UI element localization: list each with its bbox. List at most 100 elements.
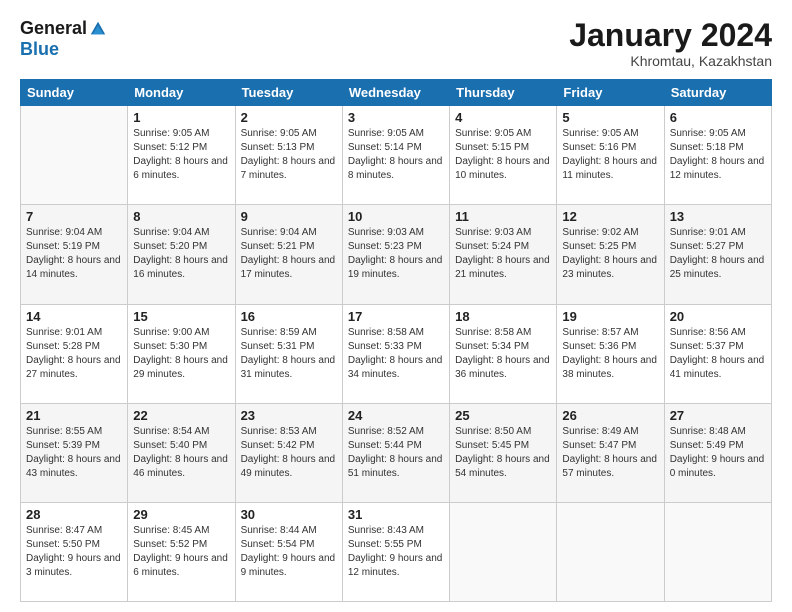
day-number: 24 [348,408,444,423]
day-info: Sunrise: 9:04 AMSunset: 5:19 PMDaylight:… [26,227,121,280]
calendar-cell: 22 Sunrise: 8:54 AMSunset: 5:40 PMDaylig… [128,403,235,502]
day-number: 4 [455,110,551,125]
day-info: Sunrise: 9:02 AMSunset: 5:25 PMDaylight:… [562,227,657,280]
calendar-cell: 2 Sunrise: 9:05 AMSunset: 5:13 PMDayligh… [235,106,342,205]
header-sunday: Sunday [21,80,128,106]
day-number: 16 [241,309,337,324]
calendar-week-row: 14 Sunrise: 9:01 AMSunset: 5:28 PMDaylig… [21,304,772,403]
calendar-cell [450,502,557,601]
day-info: Sunrise: 8:50 AMSunset: 5:45 PMDaylight:… [455,426,550,479]
location: Khromtau, Kazakhstan [569,53,772,69]
day-number: 15 [133,309,229,324]
day-number: 17 [348,309,444,324]
header-friday: Friday [557,80,664,106]
calendar-cell: 30 Sunrise: 8:44 AMSunset: 5:54 PMDaylig… [235,502,342,601]
calendar-cell: 15 Sunrise: 9:00 AMSunset: 5:30 PMDaylig… [128,304,235,403]
calendar-cell: 13 Sunrise: 9:01 AMSunset: 5:27 PMDaylig… [664,205,771,304]
calendar-cell: 23 Sunrise: 8:53 AMSunset: 5:42 PMDaylig… [235,403,342,502]
day-info: Sunrise: 9:01 AMSunset: 5:27 PMDaylight:… [670,227,765,280]
calendar-cell: 18 Sunrise: 8:58 AMSunset: 5:34 PMDaylig… [450,304,557,403]
day-info: Sunrise: 8:47 AMSunset: 5:50 PMDaylight:… [26,525,121,578]
calendar-cell: 16 Sunrise: 8:59 AMSunset: 5:31 PMDaylig… [235,304,342,403]
day-number: 29 [133,507,229,522]
day-info: Sunrise: 8:55 AMSunset: 5:39 PMDaylight:… [26,426,121,479]
day-info: Sunrise: 9:05 AMSunset: 5:18 PMDaylight:… [670,128,765,181]
day-info: Sunrise: 9:05 AMSunset: 5:16 PMDaylight:… [562,128,657,181]
calendar-cell: 12 Sunrise: 9:02 AMSunset: 5:25 PMDaylig… [557,205,664,304]
calendar-cell [21,106,128,205]
day-info: Sunrise: 9:05 AMSunset: 5:15 PMDaylight:… [455,128,550,181]
day-number: 9 [241,209,337,224]
calendar-week-row: 21 Sunrise: 8:55 AMSunset: 5:39 PMDaylig… [21,403,772,502]
header-thursday: Thursday [450,80,557,106]
day-number: 28 [26,507,122,522]
day-number: 2 [241,110,337,125]
day-number: 31 [348,507,444,522]
calendar-cell: 9 Sunrise: 9:04 AMSunset: 5:21 PMDayligh… [235,205,342,304]
calendar-week-row: 1 Sunrise: 9:05 AMSunset: 5:12 PMDayligh… [21,106,772,205]
day-info: Sunrise: 8:43 AMSunset: 5:55 PMDaylight:… [348,525,443,578]
calendar-cell: 7 Sunrise: 9:04 AMSunset: 5:19 PMDayligh… [21,205,128,304]
day-number: 20 [670,309,766,324]
day-number: 26 [562,408,658,423]
month-title: January 2024 [569,18,772,53]
calendar-cell: 29 Sunrise: 8:45 AMSunset: 5:52 PMDaylig… [128,502,235,601]
calendar-cell: 21 Sunrise: 8:55 AMSunset: 5:39 PMDaylig… [21,403,128,502]
calendar-cell: 3 Sunrise: 9:05 AMSunset: 5:14 PMDayligh… [342,106,449,205]
day-info: Sunrise: 9:04 AMSunset: 5:20 PMDaylight:… [133,227,228,280]
day-info: Sunrise: 8:45 AMSunset: 5:52 PMDaylight:… [133,525,228,578]
calendar-cell [664,502,771,601]
calendar-cell: 4 Sunrise: 9:05 AMSunset: 5:15 PMDayligh… [450,106,557,205]
calendar-cell: 14 Sunrise: 9:01 AMSunset: 5:28 PMDaylig… [21,304,128,403]
day-info: Sunrise: 9:03 AMSunset: 5:24 PMDaylight:… [455,227,550,280]
day-number: 5 [562,110,658,125]
calendar-cell: 17 Sunrise: 8:58 AMSunset: 5:33 PMDaylig… [342,304,449,403]
header-wednesday: Wednesday [342,80,449,106]
logo-general-text: General [20,18,87,39]
calendar-cell: 10 Sunrise: 9:03 AMSunset: 5:23 PMDaylig… [342,205,449,304]
title-block: January 2024 Khromtau, Kazakhstan [569,18,772,69]
day-number: 6 [670,110,766,125]
calendar-cell: 26 Sunrise: 8:49 AMSunset: 5:47 PMDaylig… [557,403,664,502]
day-number: 7 [26,209,122,224]
day-number: 14 [26,309,122,324]
day-info: Sunrise: 9:05 AMSunset: 5:14 PMDaylight:… [348,128,443,181]
day-info: Sunrise: 8:53 AMSunset: 5:42 PMDaylight:… [241,426,336,479]
calendar-cell: 27 Sunrise: 8:48 AMSunset: 5:49 PMDaylig… [664,403,771,502]
calendar-cell: 25 Sunrise: 8:50 AMSunset: 5:45 PMDaylig… [450,403,557,502]
calendar-week-row: 28 Sunrise: 8:47 AMSunset: 5:50 PMDaylig… [21,502,772,601]
day-info: Sunrise: 8:57 AMSunset: 5:36 PMDaylight:… [562,327,657,380]
day-number: 10 [348,209,444,224]
header-tuesday: Tuesday [235,80,342,106]
day-number: 19 [562,309,658,324]
day-info: Sunrise: 8:56 AMSunset: 5:37 PMDaylight:… [670,327,765,380]
logo-blue-text: Blue [20,39,59,60]
day-number: 18 [455,309,551,324]
calendar-cell: 5 Sunrise: 9:05 AMSunset: 5:16 PMDayligh… [557,106,664,205]
day-number: 12 [562,209,658,224]
header: General Blue January 2024 Khromtau, Kaza… [20,18,772,69]
day-info: Sunrise: 8:49 AMSunset: 5:47 PMDaylight:… [562,426,657,479]
calendar-cell: 6 Sunrise: 9:05 AMSunset: 5:18 PMDayligh… [664,106,771,205]
calendar-cell: 20 Sunrise: 8:56 AMSunset: 5:37 PMDaylig… [664,304,771,403]
day-number: 30 [241,507,337,522]
day-number: 8 [133,209,229,224]
page: General Blue January 2024 Khromtau, Kaza… [0,0,792,612]
calendar-cell: 1 Sunrise: 9:05 AMSunset: 5:12 PMDayligh… [128,106,235,205]
day-info: Sunrise: 9:00 AMSunset: 5:30 PMDaylight:… [133,327,228,380]
day-info: Sunrise: 8:58 AMSunset: 5:34 PMDaylight:… [455,327,550,380]
day-info: Sunrise: 8:44 AMSunset: 5:54 PMDaylight:… [241,525,336,578]
day-number: 21 [26,408,122,423]
day-info: Sunrise: 9:04 AMSunset: 5:21 PMDaylight:… [241,227,336,280]
day-number: 11 [455,209,551,224]
calendar-header-row: Sunday Monday Tuesday Wednesday Thursday… [21,80,772,106]
header-saturday: Saturday [664,80,771,106]
day-info: Sunrise: 8:54 AMSunset: 5:40 PMDaylight:… [133,426,228,479]
day-info: Sunrise: 9:05 AMSunset: 5:13 PMDaylight:… [241,128,336,181]
day-number: 3 [348,110,444,125]
day-info: Sunrise: 9:01 AMSunset: 5:28 PMDaylight:… [26,327,121,380]
day-number: 23 [241,408,337,423]
calendar-cell: 28 Sunrise: 8:47 AMSunset: 5:50 PMDaylig… [21,502,128,601]
calendar-table: Sunday Monday Tuesday Wednesday Thursday… [20,79,772,602]
calendar-cell: 8 Sunrise: 9:04 AMSunset: 5:20 PMDayligh… [128,205,235,304]
